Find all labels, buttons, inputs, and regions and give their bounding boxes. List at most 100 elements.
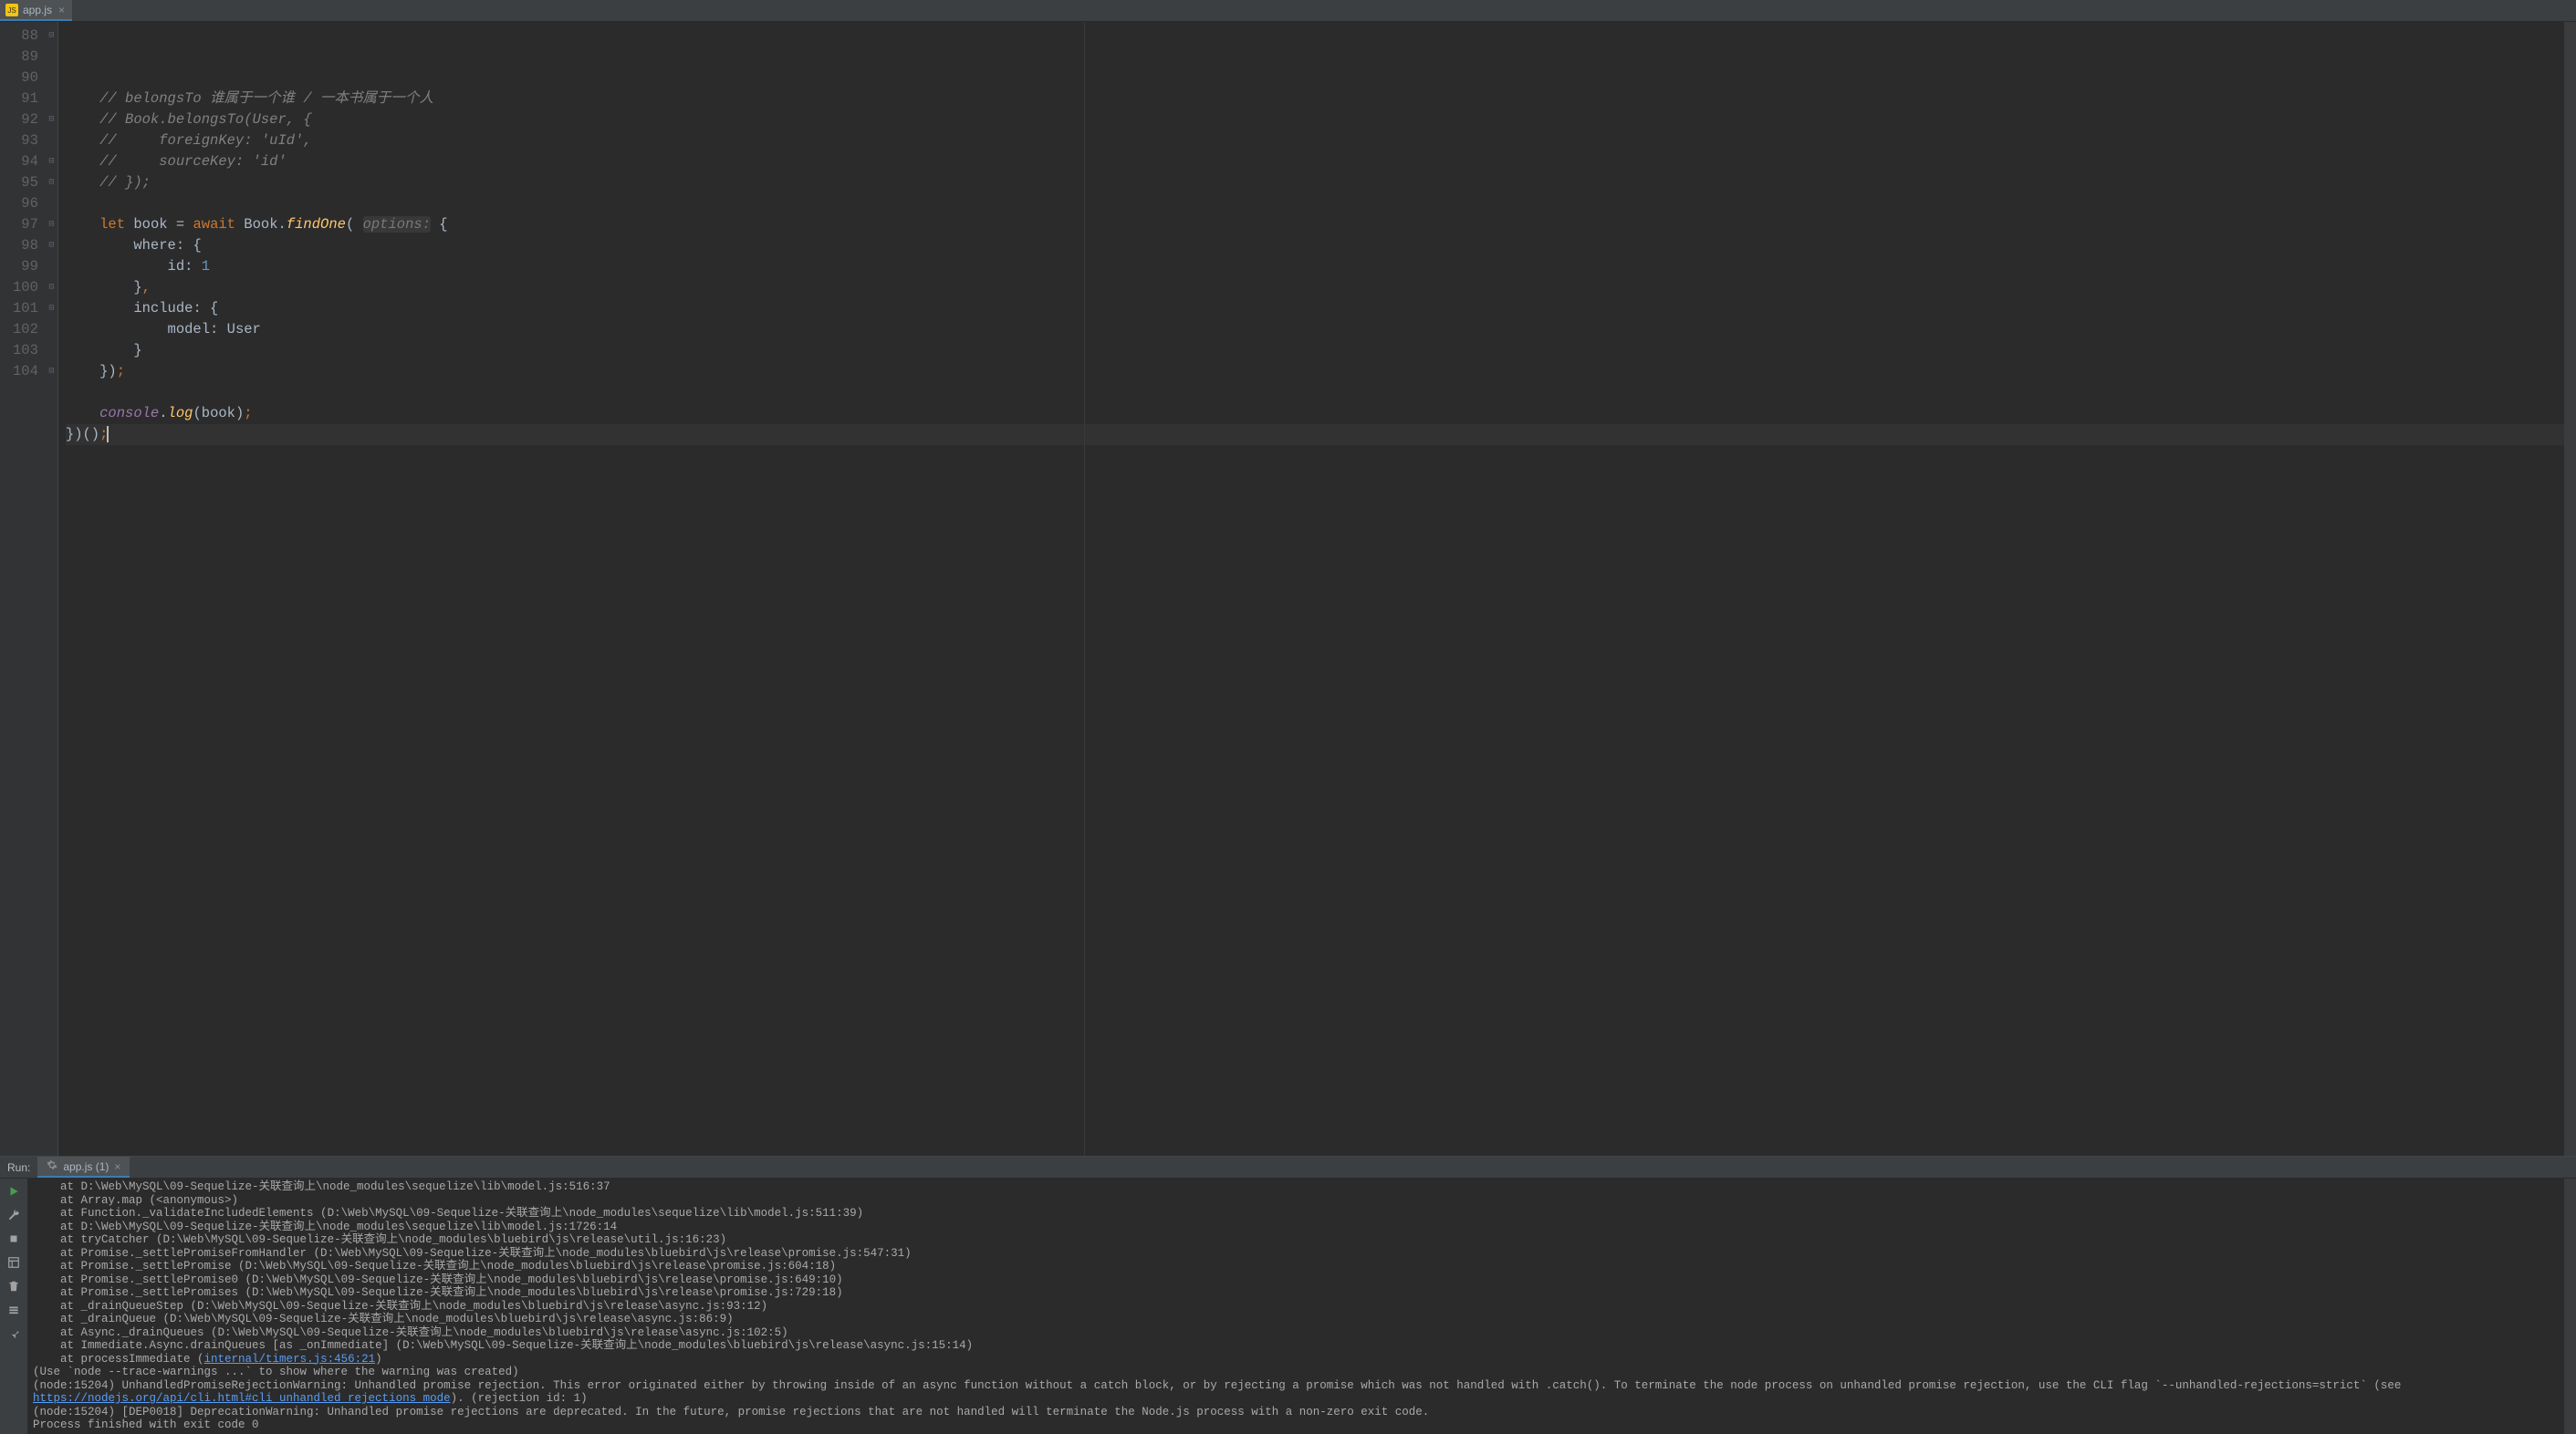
console-line: at Promise._settlePromise (D:\Web\MySQL\…	[33, 1260, 2559, 1273]
file-tab-label: app.js	[23, 4, 52, 16]
console-line: at _drainQueue (D:\Web\MySQL\09-Sequeliz…	[33, 1313, 2559, 1326]
console-link[interactable]: internal/timers.js:456:21	[204, 1353, 376, 1366]
line-number: 89	[13, 47, 38, 68]
line-number: 100	[13, 277, 38, 298]
fold-marker[interactable]: ⊟	[46, 361, 57, 382]
layout-icon[interactable]	[5, 1253, 23, 1272]
fold-marker[interactable]	[46, 130, 57, 151]
code-line[interactable]: // foreignKey: 'uId',	[66, 130, 2564, 151]
line-number-gutter: 888990919293949596979899100101102103104	[0, 22, 46, 1156]
line-number: 93	[13, 130, 38, 151]
line-number: 95	[13, 172, 38, 193]
file-tab[interactable]: JS app.js ×	[0, 0, 72, 21]
line-number: 91	[13, 88, 38, 109]
wrench-icon[interactable]	[5, 1206, 23, 1224]
stack-icon[interactable]	[5, 1301, 23, 1319]
text-caret	[107, 426, 109, 442]
play-icon[interactable]	[5, 1182, 23, 1200]
code-line[interactable]: include: {	[66, 298, 2564, 319]
line-number: 97	[13, 214, 38, 235]
console-scrollbar[interactable]	[2564, 1179, 2576, 1434]
run-toolbar	[0, 1179, 27, 1434]
console-line: at Async._drainQueues (D:\Web\MySQL\09-S…	[33, 1326, 2559, 1340]
trash-icon[interactable]	[5, 1277, 23, 1295]
fold-marker[interactable]	[46, 340, 57, 361]
console-line: at Function._validateIncludedElements (D…	[33, 1207, 2559, 1221]
line-number: 98	[13, 235, 38, 256]
console-line: (node:15204) [DEP0018] DeprecationWarnin…	[33, 1406, 2559, 1419]
fold-marker[interactable]	[46, 256, 57, 277]
fold-marker[interactable]: ⊟	[46, 214, 57, 235]
fold-marker[interactable]	[46, 88, 57, 109]
fold-marker[interactable]	[46, 319, 57, 340]
line-number: 104	[13, 361, 38, 382]
code-line[interactable]: });	[66, 361, 2564, 382]
code-line[interactable]	[66, 382, 2564, 403]
code-line[interactable]: })();	[66, 424, 2564, 445]
fold-marker[interactable]: ⊟	[46, 109, 57, 130]
fold-marker[interactable]	[46, 68, 57, 88]
fold-marker[interactable]: ⊟	[46, 298, 57, 319]
line-number: 94	[13, 151, 38, 172]
fold-marker[interactable]	[46, 193, 57, 214]
console-line: Process finished with exit code 0	[33, 1418, 2559, 1432]
code-area[interactable]: // belongsTo 谁属于一个谁 / 一本书属于一个人 // Book.b…	[58, 22, 2564, 1156]
line-number: 102	[13, 319, 38, 340]
code-line[interactable]: },	[66, 277, 2564, 298]
console-line: at tryCatcher (D:\Web\MySQL\09-Sequelize…	[33, 1233, 2559, 1247]
console-line: at Array.map (<anonymous>)	[33, 1194, 2559, 1208]
code-line[interactable]: console.log(book);	[66, 403, 2564, 424]
code-line[interactable]: where: {	[66, 235, 2564, 256]
stop-icon[interactable]	[5, 1230, 23, 1248]
console-line: at Promise._settlePromiseFromHandler (D:…	[33, 1247, 2559, 1261]
close-icon[interactable]: ×	[114, 1160, 120, 1173]
fold-marker[interactable]	[46, 47, 57, 68]
code-line[interactable]: }	[66, 340, 2564, 361]
line-number: 92	[13, 109, 38, 130]
fold-marker[interactable]: ⊟	[46, 26, 57, 47]
console-line: at Promise._settlePromises (D:\Web\MySQL…	[33, 1286, 2559, 1300]
line-number: 96	[13, 193, 38, 214]
code-line[interactable]	[66, 193, 2564, 214]
run-config-tab[interactable]: app.js (1) ×	[37, 1157, 130, 1178]
console-line: (Use `node --trace-warnings ...` to show…	[33, 1366, 2559, 1379]
code-line[interactable]: // sourceKey: 'id'	[66, 151, 2564, 172]
console-line: at D:\Web\MySQL\09-Sequelize-关联查询上\node_…	[33, 1221, 2559, 1234]
line-number: 103	[13, 340, 38, 361]
console-line: at Promise._settlePromise0 (D:\Web\MySQL…	[33, 1273, 2559, 1287]
run-console[interactable]: at D:\Web\MySQL\09-Sequelize-关联查询上\node_…	[27, 1179, 2564, 1434]
right-margin-guide	[1084, 22, 1085, 1156]
code-line[interactable]: // });	[66, 172, 2564, 193]
run-gear-icon	[47, 1159, 57, 1173]
close-icon[interactable]: ×	[58, 4, 65, 16]
run-tab-row: Run: app.js (1) ×	[0, 1157, 2576, 1179]
console-line: at D:\Web\MySQL\09-Sequelize-关联查询上\node_…	[33, 1180, 2559, 1194]
line-number: 99	[13, 256, 38, 277]
console-line: at processImmediate (internal/timers.js:…	[33, 1353, 2559, 1366]
fold-marker[interactable]: ⊟	[46, 235, 57, 256]
editor-scrollbar[interactable]	[2564, 22, 2576, 1156]
run-tab-label: app.js (1)	[63, 1160, 109, 1173]
fold-marker[interactable]: ⊟	[46, 277, 57, 298]
code-editor[interactable]: 888990919293949596979899100101102103104 …	[0, 22, 2576, 1156]
fold-marker[interactable]: ⊟	[46, 172, 57, 193]
run-label: Run:	[0, 1161, 37, 1174]
line-number: 88	[13, 26, 38, 47]
js-file-icon: JS	[5, 4, 18, 16]
pin-icon[interactable]	[5, 1325, 23, 1343]
fold-column[interactable]: ⊟⊟⊟⊟⊟⊟⊟⊟⊟	[46, 22, 58, 1156]
line-number: 101	[13, 298, 38, 319]
code-line[interactable]: id: 1	[66, 256, 2564, 277]
console-line: at _drainQueueStep (D:\Web\MySQL\09-Sequ…	[33, 1300, 2559, 1314]
svg-text:JS: JS	[7, 6, 16, 15]
console-link[interactable]: https://nodejs.org/api/cli.html#cli_unha…	[33, 1392, 451, 1405]
code-line[interactable]: model: User	[66, 319, 2564, 340]
editor-tabbar: JS app.js ×	[0, 0, 2576, 22]
code-line[interactable]: let book = await Book.findOne( options: …	[66, 214, 2564, 235]
run-panel: Run: app.js (1) × at D:\Web\MySQL\09-Seq…	[0, 1156, 2576, 1434]
line-number: 90	[13, 68, 38, 88]
code-line[interactable]: // belongsTo 谁属于一个谁 / 一本书属于一个人	[66, 88, 2564, 109]
code-line[interactable]: // Book.belongsTo(User, {	[66, 109, 2564, 130]
fold-marker[interactable]: ⊟	[46, 151, 57, 172]
console-line: at Immediate.Async.drainQueues [as _onIm…	[33, 1339, 2559, 1353]
